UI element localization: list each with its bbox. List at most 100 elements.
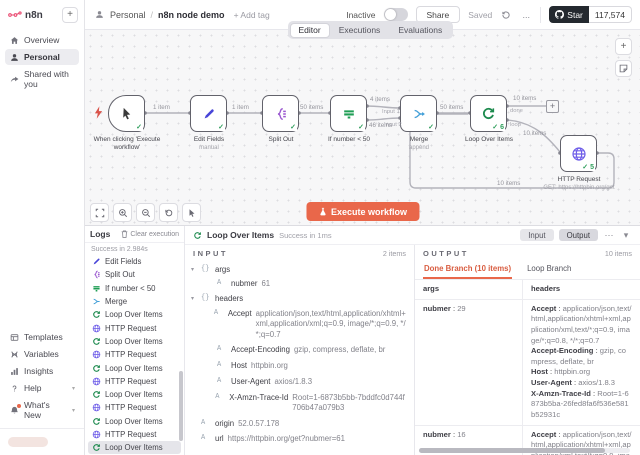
json-key: args — [215, 265, 230, 274]
sidebar-item-overview[interactable]: Overview — [5, 32, 79, 48]
select-mode-button[interactable] — [182, 203, 201, 222]
node-http-request[interactable]: ✓ 5 HTTP Request GET: https://httpbin.or… — [560, 135, 597, 172]
log-item-label: HTTP Request — [105, 324, 156, 333]
log-item[interactable]: Loop Over Items — [88, 441, 181, 454]
json-tree-row[interactable]: Aorigin52.0.57.178 — [191, 416, 408, 432]
active-toggle[interactable] — [384, 8, 408, 21]
sidebar-footer — [0, 428, 84, 455]
table-row[interactable]: nubmer : 29Accept : application/json,tex… — [415, 300, 640, 426]
sidebar-item-templates[interactable]: Templates — [5, 329, 79, 345]
node-split-out[interactable]: ✓ Split Out — [262, 95, 299, 132]
log-item[interactable]: Merge — [88, 295, 181, 308]
conn-label-done-items: 10 items — [513, 95, 536, 102]
add-node-endpoint[interactable]: + — [546, 100, 559, 113]
json-tree-row[interactable]: ▾{}args — [191, 262, 408, 276]
log-item[interactable]: If number < 50 — [88, 282, 181, 295]
json-tree-row[interactable]: Anubmer61 — [191, 276, 408, 292]
node-loop-over-items[interactable]: ✓ 6 Loop Over Items — [470, 95, 507, 132]
json-tree-row[interactable]: AUser-Agentaxios/1.8.3 — [191, 374, 408, 390]
log-item[interactable]: Split Out — [88, 268, 181, 281]
log-item[interactable]: Loop Over Items — [88, 361, 181, 374]
json-tree-row[interactable]: AHosthttpbin.org — [191, 359, 408, 375]
json-value: axios/1.8.3 — [274, 377, 312, 388]
success-check: ✓ — [427, 124, 435, 131]
log-item[interactable]: HTTP Request — [88, 321, 181, 334]
reset-zoom-button[interactable] — [159, 203, 178, 222]
panel-more-icon[interactable]: ⋯ — [603, 229, 615, 241]
conn-label: 1 item — [153, 104, 170, 111]
sidebar-item-variables[interactable]: Variables — [5, 346, 79, 362]
log-item[interactable]: HTTP Request — [88, 401, 181, 414]
run-status: Success in 1ms — [279, 231, 332, 240]
workflow-canvas[interactable]: 1 item 1 item 50 items 4 items Input 1 4… — [85, 30, 640, 225]
clear-execution-button[interactable]: Clear execution — [121, 230, 179, 238]
json-value: httpbin.org — [251, 361, 288, 372]
node-trigger[interactable]: ✓ When clicking 'Execute workflow' — [108, 95, 145, 132]
workflow-title[interactable]: n8n node demo — [158, 10, 225, 20]
json-value: https://httpbin.org/get?nubmer=61 — [228, 434, 345, 445]
json-tree-row[interactable]: AX-Amzn-Trace-IdRoot=1-6873b5bb-7bddfc0d… — [191, 390, 408, 416]
log-item[interactable]: HTTP Request — [88, 348, 181, 361]
output-toggle-button[interactable]: Output — [559, 229, 598, 241]
zoom-in-button[interactable] — [113, 203, 132, 222]
sidebar-item-label: Shared with you — [24, 69, 75, 89]
breadcrumb-owner[interactable]: Personal — [110, 10, 146, 20]
add-tag-button[interactable]: + Add tag — [234, 10, 270, 20]
json-key: headers — [215, 294, 243, 303]
github-star-widget[interactable]: Star 117,574 — [549, 6, 632, 23]
node-edit-fields[interactable]: ✓ Edit Fields manual — [190, 95, 227, 132]
collapse-panel-icon[interactable]: ▾ — [620, 229, 632, 241]
node-label: If number < 50 — [309, 136, 389, 144]
conn-label-loop-items: 10 items — [523, 130, 546, 137]
log-item[interactable]: HTTP Request — [88, 428, 181, 441]
sidebar-item-shared-with-you[interactable]: Shared with you — [5, 66, 79, 92]
sidebar-item-insights[interactable]: Insights — [5, 363, 79, 379]
log-item[interactable]: HTTP Request — [88, 375, 181, 388]
log-item[interactable]: Loop Over Items — [88, 388, 181, 401]
logs-scrollbar[interactable] — [179, 256, 183, 451]
log-item[interactable]: Loop Over Items — [88, 308, 181, 321]
breadcrumb-separator: / — [151, 10, 154, 20]
tab-editor[interactable]: Editor — [290, 23, 330, 38]
output-branch-tab[interactable]: Done Branch (10 items) — [423, 261, 512, 279]
sidebar-item-help[interactable]: Help▾ — [5, 380, 79, 396]
output-branch-tab[interactable]: Loop Branch — [526, 261, 572, 279]
tab-executions[interactable]: Executions — [330, 23, 390, 38]
column-header[interactable]: headers — [523, 280, 640, 299]
add-sticky-button[interactable] — [615, 60, 632, 77]
log-item[interactable]: Loop Over Items — [88, 335, 181, 348]
collapse-caret-icon[interactable]: ▾ — [191, 295, 197, 302]
json-tree-row[interactable]: ▾{}headers — [191, 292, 408, 306]
input-toggle-button[interactable]: Input — [520, 229, 553, 241]
conn-label-merge-loop: 50 items — [440, 104, 463, 111]
output-branch-tabs: Done Branch (10 items) Loop Branch — [415, 260, 640, 280]
add-node-button[interactable]: + — [615, 38, 632, 55]
conn-label: 1 item — [232, 104, 249, 111]
log-item[interactable]: Loop Over Items — [88, 415, 181, 428]
fit-view-button[interactable] — [90, 203, 109, 222]
output-hscrollbar[interactable] — [419, 448, 630, 453]
zoom-out-button[interactable] — [136, 203, 155, 222]
column-header[interactable]: args — [415, 280, 523, 299]
user-menu-placeholder[interactable] — [8, 437, 48, 447]
node-merge[interactable]: ✓ Merge append — [400, 95, 437, 132]
node-if[interactable]: ✓ If number < 50 — [330, 95, 367, 132]
json-tree-row[interactable]: AAccept-Encodinggzip, compress, deflate,… — [191, 343, 408, 359]
logs-list: Edit FieldsSplit OutIf number < 50MergeL… — [85, 254, 184, 455]
json-tree-row[interactable]: Aurlhttps://httpbin.org/get?nubmer=61 — [191, 432, 408, 448]
tab-evaluations[interactable]: Evaluations — [389, 23, 451, 38]
sidebar-item-what-s-new[interactable]: What's New▾ — [5, 397, 79, 423]
history-icon[interactable] — [500, 9, 512, 21]
bottom-panel: Logs Clear execution Success in 2.984s E… — [85, 225, 640, 455]
json-key: Host — [231, 361, 247, 370]
json-tree-row[interactable]: AAcceptapplication/json,text/html,applic… — [191, 306, 408, 343]
log-item[interactable]: Edit Fields — [88, 255, 181, 268]
trash-icon — [121, 230, 128, 238]
sidebar-item-personal[interactable]: Personal — [5, 49, 79, 65]
run-header: Loop Over Items Success in 1ms Input Out… — [185, 226, 640, 245]
conn-label-return-items: 10 items — [497, 180, 520, 187]
new-workflow-button[interactable]: + — [62, 7, 78, 23]
more-menu-icon[interactable]: ... — [520, 9, 532, 21]
execute-workflow-button[interactable]: Execute workflow — [306, 202, 419, 221]
collapse-caret-icon[interactable]: ▾ — [191, 266, 197, 273]
